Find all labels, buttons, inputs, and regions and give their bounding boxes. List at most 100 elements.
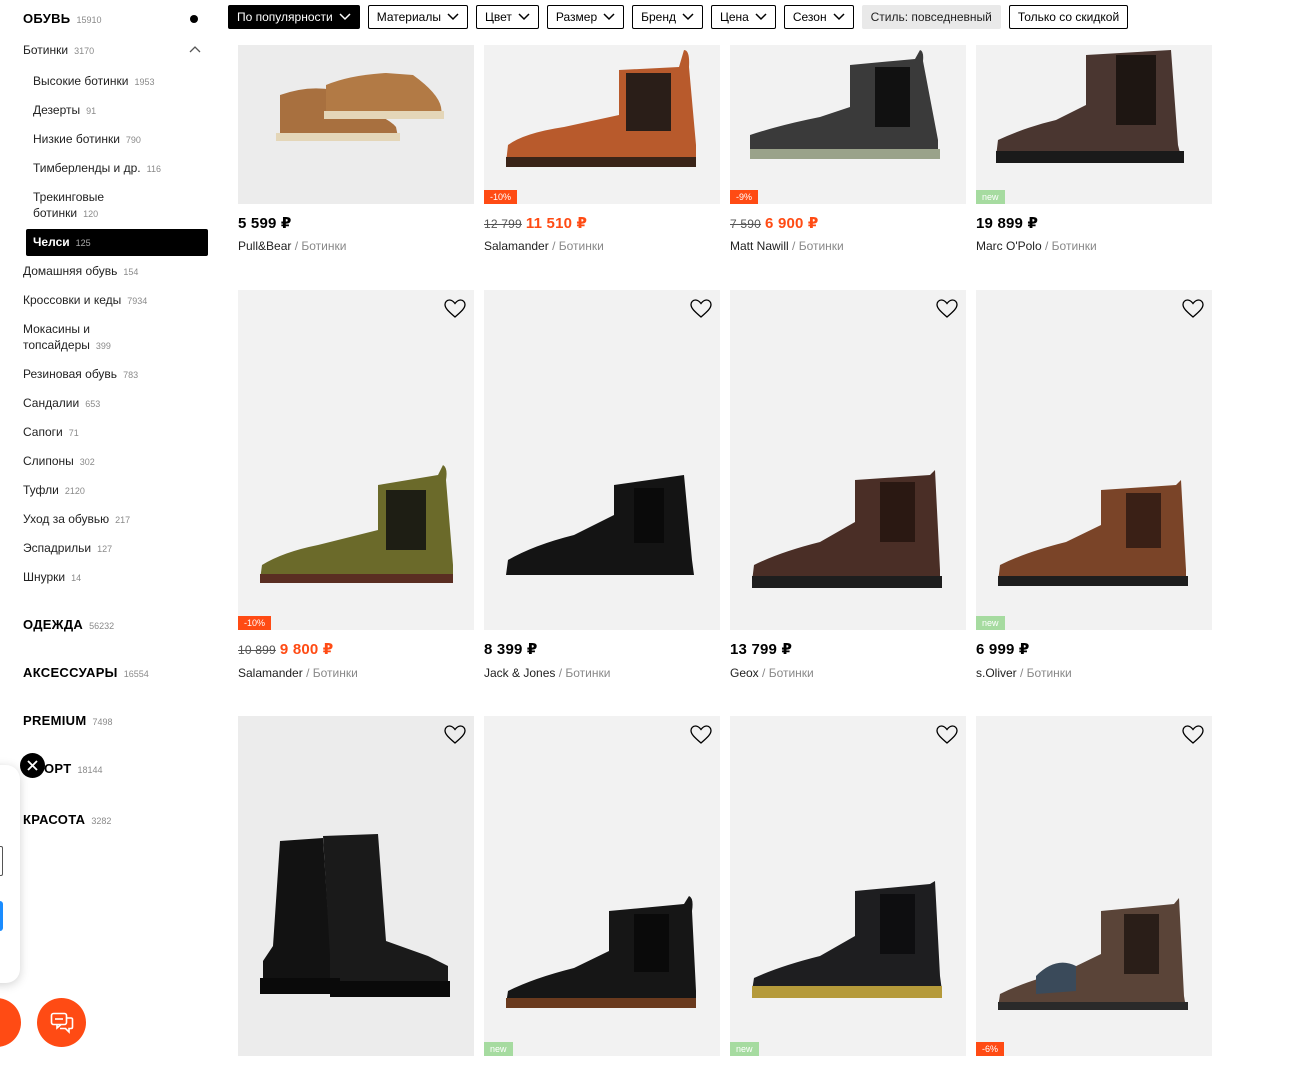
product-brand[interactable]: Salamander / Ботинки (238, 666, 358, 680)
old-price: 10 899 (238, 643, 276, 657)
chevron-down-icon (518, 13, 530, 21)
filter-label: Только со скидкой (1017, 10, 1120, 24)
subcategory-label: Низкие ботинки (33, 132, 120, 146)
brand-name: Salamander (484, 239, 549, 253)
category-label: ОРТ (44, 761, 72, 776)
product-price: 8 399 ₽ (484, 640, 538, 658)
category-accessories[interactable]: АКСЕССУАРЫ 16554 (23, 665, 149, 680)
product-brand[interactable]: Geox / Ботинки (730, 666, 814, 680)
product-image[interactable]: -9% (730, 45, 966, 204)
subcategory-label: Тимберленды и др. (33, 161, 141, 175)
category-label: ОДЕЖДА (23, 617, 84, 632)
product-image[interactable] (238, 45, 474, 204)
subcategory-home-shoes[interactable]: Домашняя обувь 154 (23, 263, 138, 280)
category-count: 399 (95, 341, 111, 351)
filter-discount-only[interactable]: Только со скидкой (1008, 5, 1129, 29)
product-brand[interactable]: Salamander / Ботинки (484, 239, 604, 253)
product-brand[interactable]: Jack & Jones / Ботинки (484, 666, 610, 680)
category-count: 7934 (127, 296, 148, 306)
subcategory-laces[interactable]: Шнурки 14 (23, 569, 81, 586)
product-price: 6 999 ₽ (976, 640, 1030, 658)
product-price: 7 590 6 900 ₽ (730, 214, 819, 232)
product-image[interactable]: new (730, 716, 966, 1056)
subcategory-deserts[interactable]: Дезерты 91 (33, 102, 96, 119)
product-brand[interactable]: Pull&Bear / Ботинки (238, 239, 346, 253)
category-beauty[interactable]: КРАСОТА 3282 (23, 812, 111, 827)
filter-bar: По популярности Материалы Цвет Размер Бр… (228, 5, 1129, 29)
filter-price[interactable]: Цена (710, 5, 776, 29)
filter-style-active[interactable]: Стиль: повседневный (861, 5, 1001, 29)
subcategory-high-boots[interactable]: Высокие ботинки 1953 (33, 73, 155, 90)
product-image[interactable] (238, 716, 474, 1056)
product-category: / Ботинки (294, 239, 347, 253)
price-value: 11 510 ₽ (525, 215, 588, 232)
filter-materials[interactable]: Материалы (367, 5, 468, 29)
category-count: 16554 (123, 669, 149, 679)
category-sidebar: ОБУВЬ 15910 Ботинки 3170 Высокие ботинки 19… (0, 0, 215, 1066)
category-shoes[interactable]: ОБУВЬ 15910 (23, 11, 101, 26)
chat-button[interactable] (37, 998, 86, 1047)
subcategory-rubber[interactable]: Резиновая обувь 783 (23, 366, 138, 383)
brand-name: Marc O'Polo (976, 239, 1042, 253)
subcategory-moccasins[interactable]: Мокасины и топсайдеры 399 (23, 321, 111, 354)
product-image[interactable]: new (976, 45, 1212, 204)
subcategory-tall-boots[interactable]: Сапоги 71 (23, 424, 79, 441)
category-count: 120 (83, 209, 99, 219)
subcategory-trekking[interactable]: Трекинговые ботинки 120 (33, 189, 104, 222)
product-image[interactable] (730, 290, 966, 630)
product-category: / Ботинки (1045, 239, 1097, 253)
subcategory-label: Эспадрильи (23, 541, 92, 555)
product-brand[interactable]: Marc O'Polo / Ботинки (976, 239, 1097, 253)
category-count: 3170 (74, 46, 95, 56)
widget-input[interactable] (0, 846, 3, 876)
product-category: / Ботинки (306, 666, 358, 680)
chevron-up-icon[interactable] (189, 44, 201, 54)
product-brand[interactable]: s.Oliver / Ботинки (976, 666, 1072, 680)
sort-dropdown[interactable]: По популярности (228, 5, 360, 29)
subcategory-label: Слипоны (23, 454, 74, 468)
category-sport[interactable]: ОРТ 18144 (44, 761, 102, 776)
subcategory-label: Кроссовки и кеды (23, 293, 122, 307)
subcategory-boots[interactable]: Ботинки 3170 (23, 42, 94, 59)
subcategory-label: ботинки (33, 206, 78, 220)
brand-name: Matt Nawill (730, 239, 789, 253)
filter-brand[interactable]: Бренд (632, 5, 703, 29)
subcategory-slipons[interactable]: Слипоны 302 (23, 453, 95, 470)
subcategory-low-boots[interactable]: Низкие ботинки 790 (33, 131, 141, 148)
category-premium[interactable]: PREMIUM 7498 (23, 713, 113, 728)
brand-name: s.Oliver (976, 666, 1017, 680)
close-icon[interactable] (20, 753, 45, 778)
category-count: 18144 (77, 765, 103, 775)
chevron-down-icon (447, 13, 459, 21)
product-price: 19 899 ₽ (976, 214, 1038, 232)
product-brand[interactable]: Matt Nawill / Ботинки (730, 239, 844, 253)
subcategory-sneakers[interactable]: Кроссовки и кеды 7934 (23, 292, 147, 309)
subcategory-shoes[interactable]: Туфли 2120 (23, 482, 85, 499)
product-image[interactable]: -10% (238, 290, 474, 630)
subcategory-label: Резиновая обувь (23, 367, 118, 381)
widget-submit-button[interactable] (0, 901, 3, 931)
subcategory-espadrilles[interactable]: Эспадрильи 127 (23, 540, 112, 557)
new-badge: new (976, 616, 1005, 630)
product-category: / Ботинки (558, 666, 611, 680)
subcategory-shoe-care[interactable]: Уход за обувью 217 (23, 511, 130, 528)
subcategory-label: Домашняя обувь (23, 264, 118, 278)
filter-size[interactable]: Размер (546, 5, 625, 29)
category-label: КРАСОТА (23, 812, 86, 827)
filter-season[interactable]: Сезон (783, 5, 854, 29)
filter-label: Сезон (792, 10, 827, 24)
price-value: 5 599 ₽ (238, 215, 292, 232)
product-image[interactable]: -10% (484, 45, 720, 204)
product-image[interactable] (484, 290, 720, 630)
subcategory-sandals[interactable]: Сандалии 653 (23, 395, 100, 412)
new-badge: new (976, 190, 1005, 204)
product-image[interactable]: new (976, 290, 1212, 630)
subcategory-timberlands[interactable]: Тимберленды и др. 116 (33, 160, 161, 177)
category-clothing[interactable]: ОДЕЖДА 56232 (23, 617, 114, 632)
filter-color[interactable]: Цвет (475, 5, 539, 29)
discount-badge: -10% (484, 190, 518, 204)
product-image[interactable]: -6% (976, 716, 1212, 1056)
chevron-down-icon (833, 13, 845, 21)
product-image[interactable]: new (484, 716, 720, 1056)
subcategory-chelsea-active[interactable]: Челси 125 (26, 229, 208, 256)
